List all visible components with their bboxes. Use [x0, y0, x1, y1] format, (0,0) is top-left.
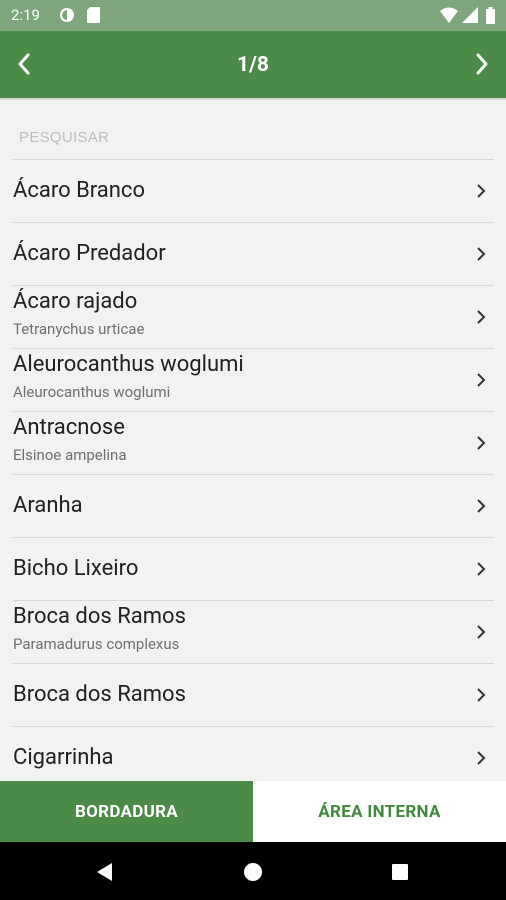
home-circle-icon[interactable]	[243, 862, 263, 882]
list-item[interactable]: Bicho Lixeiro	[0, 538, 506, 601]
sync-status-icon	[60, 8, 74, 22]
list-item[interactable]: Cigarrinha	[0, 727, 506, 781]
back-triangle-icon[interactable]	[95, 862, 115, 882]
list-item[interactable]: Aranha	[0, 475, 506, 538]
app-bar-shadow	[0, 98, 506, 101]
wifi-icon	[440, 7, 458, 23]
list-item-title: Broca dos Ramos	[13, 682, 186, 707]
bottom-tabs: BORDADURA ÁREA INTERNA	[0, 781, 506, 842]
list-item[interactable]: Ácaro rajado Tetranychus urticae	[0, 286, 506, 349]
chevron-right-icon	[477, 373, 486, 387]
status-time: 2:19	[11, 6, 40, 24]
list-item[interactable]: Broca dos Ramos	[0, 664, 506, 727]
search-input[interactable]	[19, 127, 489, 147]
page-title: 1/8	[237, 53, 269, 77]
list-item-title: Aleurocanthus woglumi	[13, 352, 244, 377]
list-item[interactable]: Broca dos Ramos Paramadurus complexus	[0, 601, 506, 664]
chevron-right-icon	[477, 499, 486, 513]
app-bar: 1/8	[0, 31, 506, 98]
sd-card-icon	[87, 7, 100, 23]
chevron-right-icon	[477, 625, 486, 639]
list-item-title: Antracnose	[13, 415, 125, 440]
list-item[interactable]: Antracnose Elsinoe ampelina	[0, 412, 506, 475]
battery-icon	[486, 7, 495, 24]
list-item-title: Bicho Lixeiro	[13, 556, 139, 581]
list-item[interactable]: Aleurocanthus woglumi Aleurocanthus wogl…	[0, 349, 506, 412]
tab-bordadura[interactable]: BORDADURA	[0, 781, 253, 842]
list-item-subtitle: Paramadurus complexus	[13, 635, 180, 653]
list-item-title: Broca dos Ramos	[13, 604, 186, 629]
chevron-right-icon	[477, 184, 486, 198]
system-nav-bar	[0, 842, 506, 900]
list-item[interactable]: Ácaro Branco	[0, 160, 506, 223]
list-item-subtitle: Aleurocanthus woglumi	[13, 383, 171, 401]
chevron-right-icon	[477, 751, 486, 765]
chevron-right-icon	[477, 688, 486, 702]
status-bar: 2:19	[0, 0, 506, 31]
list-item-title: Cigarrinha	[13, 745, 114, 770]
list-item-subtitle: Tetranychus urticae	[13, 320, 145, 338]
chevron-right-icon	[477, 247, 486, 261]
list-item-title: Ácaro Branco	[13, 178, 145, 203]
list-item-title: Ácaro Predador	[13, 241, 166, 266]
signal-icon	[462, 7, 478, 23]
recents-square-icon[interactable]	[390, 862, 410, 882]
list-item-title: Ácaro rajado	[13, 289, 138, 314]
chevron-right-icon	[477, 436, 486, 450]
list-item-title: Aranha	[13, 493, 83, 518]
pest-list: Ácaro Branco Ácaro Predador Ácaro rajado…	[0, 160, 506, 781]
list-item-subtitle: Elsinoe ampelina	[13, 446, 127, 464]
forward-chevron-icon[interactable]	[475, 52, 489, 76]
list-item[interactable]: Ácaro Predador	[0, 223, 506, 286]
chevron-right-icon	[477, 562, 486, 576]
tab-area-interna[interactable]: ÁREA INTERNA	[253, 781, 506, 842]
chevron-right-icon	[477, 310, 486, 324]
